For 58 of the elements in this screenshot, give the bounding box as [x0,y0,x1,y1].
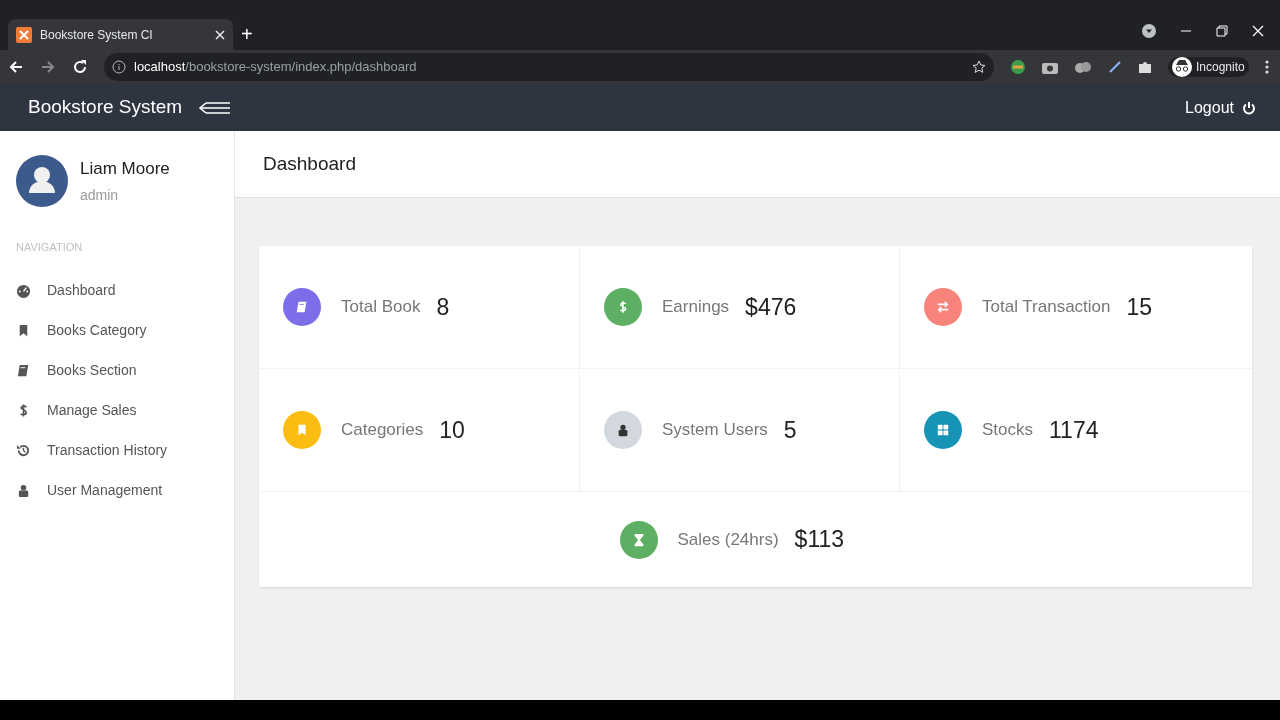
stat-value: 10 [439,415,465,445]
stat-value: 5 [783,415,797,445]
sidebar-heading: NAVIGATION [16,240,84,255]
new-tab-button[interactable]: + [241,22,253,46]
stat-label: Sales (24hrs) [677,528,779,551]
tab-title: Bookstore System CI [40,26,154,44]
dropdown-icon[interactable] [1142,24,1156,38]
browser-tab[interactable]: Bookstore System CI [8,19,233,50]
history-icon [16,442,31,458]
gauge-icon [16,282,31,298]
stat-label: Earnings [662,296,730,319]
menu-toggle-icon[interactable] [198,100,233,115]
stat-value: $476 [745,292,797,322]
close-icon[interactable] [215,29,225,40]
stat-label: Categories [341,419,424,442]
profile-chip[interactable]: Incognito [1168,57,1249,77]
sidebar-item[interactable]: Books Section [16,359,218,381]
restore-icon[interactable] [1216,25,1228,37]
incognito-icon [1172,57,1192,77]
url-text: localhost/bookstore-system/index.php/dashboard [134,58,418,77]
back-icon[interactable] [8,59,24,75]
avatar-icon [16,155,68,207]
exchange-icon [936,300,950,314]
page-title: Dashboard [262,151,356,176]
menu-icon[interactable] [1264,60,1269,74]
sidebar-item[interactable]: Transaction History [16,439,218,461]
pen-icon[interactable] [1108,60,1122,74]
stat-label: System Users [662,419,768,442]
user-icon [616,423,630,437]
stat-value: 8 [436,292,450,322]
stat-value: 1174 [1049,415,1099,445]
forward-icon[interactable] [40,59,56,75]
sidebar-item[interactable]: Manage Sales [16,399,218,421]
info-icon [112,60,126,74]
star-icon[interactable] [972,60,986,74]
reload-icon[interactable] [72,59,88,75]
address-bar[interactable]: localhost/bookstore-system/index.php/dashboard [104,53,994,81]
user-name: Liam Moore [80,157,170,180]
book-icon [16,362,31,378]
sidebar-item[interactable]: User Management [16,479,218,501]
power-icon [1242,100,1256,115]
profile-label: Incognito [1196,59,1245,76]
stat-label: Total Book [341,296,421,319]
user-icon [16,482,31,498]
stat-label: Stocks [982,419,1034,442]
book-icon [295,300,309,314]
app-title: Bookstore System [27,95,183,120]
sidebar-item[interactable]: Dashboard [16,279,218,301]
camera-icon[interactable] [1042,60,1058,74]
stat-label: Total Transaction [982,296,1111,319]
logout-link[interactable]: Logout [1185,95,1256,120]
stat-value: 15 [1126,292,1153,322]
user-role: admin [80,186,120,206]
grid-icon [936,423,950,437]
extension-icon[interactable] [1010,59,1026,75]
sidebar-item[interactable]: Books Category [16,319,218,341]
stat-value: $113 [794,525,845,555]
app-icon [16,26,32,43]
